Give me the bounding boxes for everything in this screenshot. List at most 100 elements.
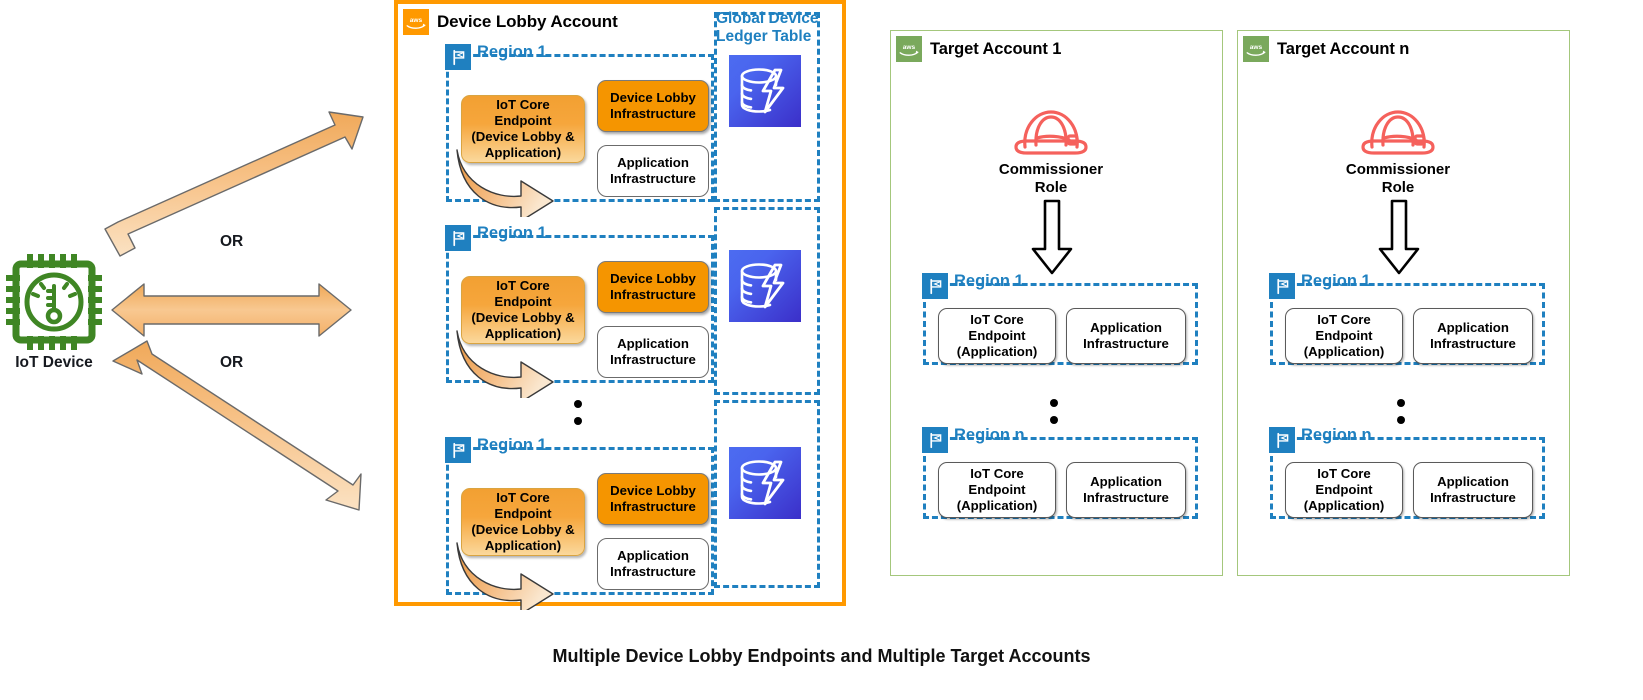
region-flag-icon [1269,273,1295,299]
commissioner-hardhat-icon [1014,110,1088,155]
commissioner-hardhat-icon [1361,110,1435,155]
target-account-1-region-n-iot-endpoint: IoT Core Endpoint (Application) [938,462,1056,518]
lobby-region-2-flow-arrow [456,330,554,398]
dynamodb-glyph-3 [740,460,785,506]
target-account-n-region-1-app-infra-label: Application Infrastructure [1430,319,1516,351]
target-account-1-title: Target Account 1 [930,39,1062,58]
region-flag-glyph-3 [452,442,464,458]
aws-account-icon: aws [403,9,429,35]
lobby-region-1-app-infra: Application Infrastructure [597,145,709,197]
target-account-1-region-1-iot-endpoint-label: IoT Core Endpoint (Application) [956,311,1038,360]
region-flag-glyph-2 [452,230,464,246]
target-account-1: aws Target Account 1 Commissioner Role R… [890,30,1223,576]
device-lobby-account-title: Device Lobby Account [437,12,618,31]
target-account-1-header: aws Target Account 1 [891,31,1061,62]
aws-logo-glyph: aws [1246,43,1266,56]
region-flag-glyph-1 [452,49,464,65]
aws-account-icon: aws [896,36,922,62]
region-flag-glyph [1276,278,1288,294]
target-account-1-region-1-app-infra: Application Infrastructure [1066,308,1186,364]
target-account-1-region-n-app-infra-label: Application Infrastructure [1083,473,1169,505]
lobby-region-ellipsis [574,400,582,434]
svg-text:aws: aws [1250,43,1263,50]
target-account-n-region-n: Region n IoT Core Endpoint (Application)… [1269,426,1545,519]
global-ledger-table-label: Global Device Ledger Table [716,10,819,46]
iot-device: IoT Device [4,252,104,372]
or-label-top: OR [220,233,244,250]
lobby-region-3-app-infra: Application Infrastructure [597,538,709,590]
lobby-region-2-name: Region 1 [477,224,547,242]
target-account-n-region-n-name: Region n [1301,426,1372,444]
device-lobby-account-header: aws Device Lobby Account [398,4,618,35]
target-account-1-region-1-iot-endpoint: IoT Core Endpoint (Application) [938,308,1056,364]
target-account-n-title: Target Account n [1277,39,1410,58]
lobby-region-1-app-infra-label: Application Infrastructure [610,154,696,186]
lobby-region-2-lobby-infra: Device Lobby Infrastructure [597,261,709,313]
target-account-n-region-n-app-infra: Application Infrastructure [1413,462,1533,518]
lobby-region-3-app-infra-label: Application Infrastructure [610,547,696,579]
aws-logo-glyph: aws [899,43,919,56]
iot-sensor-icon [6,254,102,350]
target-account-n-region-1-iot-endpoint: IoT Core Endpoint (Application) [1285,308,1403,364]
lobby-region-1: Region 1 IoT Core Endpoint (Device Lobby… [445,43,714,217]
target-account-1-region-1: Region 1 IoT Core Endpoint (Application)… [922,272,1198,365]
lobby-region-3-name: Region 1 [477,436,547,454]
target-account-1-region-1-app-infra-label: Application Infrastructure [1083,319,1169,351]
region-flag-glyph [929,278,941,294]
diagram-canvas: IoT Device OR OR aws Device Lobby Accoun… [0,0,1643,700]
dynamodb-global-table-icon-1 [729,55,801,127]
aws-account-icon: aws [1243,36,1269,62]
lobby-region-2: Region 1 IoT Core Endpoint (Device Lobby… [445,224,714,398]
global-ledger-label-line1: Global Device [716,10,819,27]
iot-device-label: IoT Device [15,354,93,371]
target-account-1-commissioner-label: Commissioner Role [998,161,1104,196]
region-flag-icon [922,273,948,299]
target-account-n-region-1-app-infra: Application Infrastructure [1413,308,1533,364]
target-account-n-region-ellipsis [1397,399,1405,433]
or-label-bottom: OR [220,354,244,371]
connector-arrow-middle [111,283,352,337]
lobby-region-3-lobby-infra-label: Device Lobby Infrastructure [610,482,696,514]
target-account-1-region-n-name: Region n [954,426,1025,444]
lobby-region-3: Region 1 IoT Core Endpoint (Device Lobby… [445,436,714,610]
target-account-1-commissioner-role: Commissioner Role [966,103,1136,197]
target-account-n-commissioner-role: Commissioner Role [1313,103,1483,197]
lobby-region-3-lobby-infra: Device Lobby Infrastructure [597,473,709,525]
lobby-region-1-flow-arrow [456,149,554,217]
region-flag-icon-1 [445,44,471,70]
lobby-region-1-lobby-infra-label: Device Lobby Infrastructure [610,89,696,121]
lobby-region-2-app-infra-label: Application Infrastructure [610,335,696,367]
global-ledger-label-line2: Ledger Table [716,27,812,45]
region-flag-glyph [1276,432,1288,448]
target-account-n-commissioner-label: Commissioner Role [1345,161,1451,196]
target-account-n-region-1-iot-endpoint-label: IoT Core Endpoint (Application) [1303,311,1385,360]
dynamodb-global-table-icon-2 [729,250,801,322]
target-account-1-region-n-iot-endpoint-label: IoT Core Endpoint (Application) [956,465,1038,514]
region-flag-icon [1269,427,1295,453]
region-flag-icon-2 [445,225,471,251]
region-flag-icon-3 [445,437,471,463]
target-account-1-region-1-name: Region 1 [954,272,1024,290]
target-account-1-region-n-app-infra: Application Infrastructure [1066,462,1186,518]
lobby-region-1-name: Region 1 [477,43,547,61]
target-account-n-region-n-iot-endpoint-label: IoT Core Endpoint (Application) [1303,465,1385,514]
dynamodb-glyph-1 [740,68,785,114]
lobby-region-1-lobby-infra: Device Lobby Infrastructure [597,80,709,132]
dynamodb-glyph-2 [740,263,785,309]
device-lobby-account: aws Device Lobby Account Global Device L… [394,0,846,610]
lobby-region-2-app-infra: Application Infrastructure [597,326,709,378]
dynamodb-global-table-icon-3 [729,447,801,519]
lobby-region-3-flow-arrow [456,542,554,610]
region-flag-icon [922,427,948,453]
target-account-n-role-flow-arrow [1378,199,1420,275]
target-account-n-region-n-app-infra-label: Application Infrastructure [1430,473,1516,505]
target-account-n-region-n-iot-endpoint: IoT Core Endpoint (Application) [1285,462,1403,518]
target-account-n-header: aws Target Account n [1238,31,1409,62]
aws-logo-glyph: aws [406,16,426,29]
target-account-1-region-n: Region n IoT Core Endpoint (Application)… [922,426,1198,519]
svg-text:aws: aws [903,43,916,50]
target-account-1-role-flow-arrow [1031,199,1073,275]
svg-text:aws: aws [410,16,423,23]
target-account-n-region-1-name: Region 1 [1301,272,1371,290]
region-flag-glyph [929,432,941,448]
